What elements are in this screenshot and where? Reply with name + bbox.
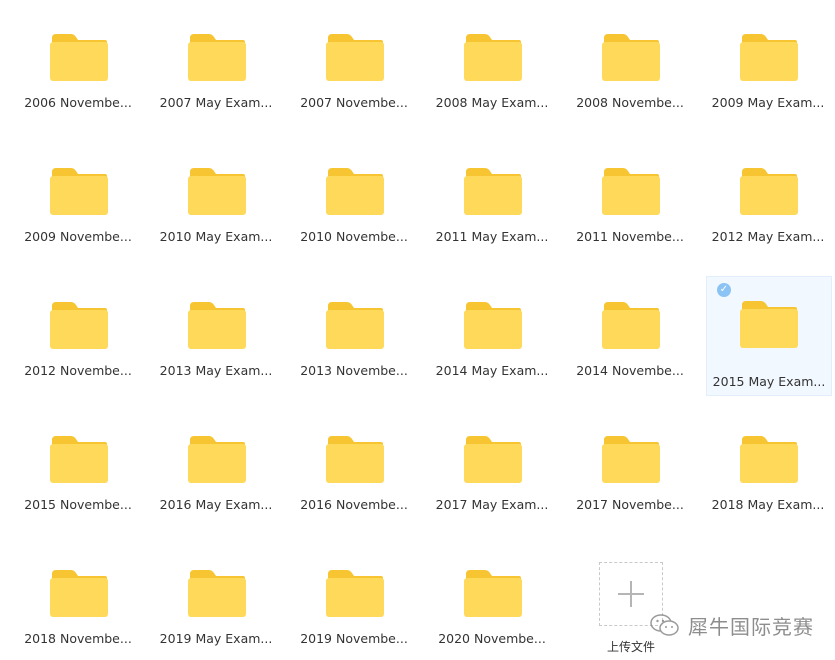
folder-icon	[50, 168, 108, 215]
folder-item[interactable]: 2009 Novembe...	[18, 158, 138, 278]
folder-icon	[188, 436, 246, 483]
folder-item[interactable]: 2007 Novembe...	[294, 24, 414, 144]
folder-item[interactable]: 2011 May Exam...	[432, 158, 552, 278]
folder-item[interactable]: 2015 Novembe...	[18, 426, 138, 546]
folder-icon	[326, 436, 384, 483]
folder-item[interactable]: 2013 Novembe...	[294, 292, 414, 412]
folder-item[interactable]: 2019 May Exam...	[156, 560, 276, 660]
folder-item[interactable]: 2014 Novembe...	[570, 292, 690, 412]
upload-label: 上传文件	[606, 640, 655, 654]
folder-icon	[188, 302, 246, 349]
folder-item[interactable]: 2018 Novembe...	[18, 560, 138, 660]
folder-name: 2016 Novembe...	[300, 497, 408, 512]
folder-icon	[464, 302, 522, 349]
folder-item[interactable]: 2016 May Exam...	[156, 426, 276, 546]
folder-item[interactable]: 2012 Novembe...	[18, 292, 138, 412]
folder-item[interactable]: 2006 Novembe...	[18, 24, 138, 144]
folder-item[interactable]: 2012 May Exam...	[708, 158, 828, 278]
folder-grid: 2006 Novembe... 2007 May Exam... 2007 Nove…	[0, 0, 835, 660]
folder-icon	[602, 302, 660, 349]
folder-icon	[464, 168, 522, 215]
folder-name: 2011 May Exam...	[435, 229, 549, 244]
folder-icon	[326, 570, 384, 617]
folder-name: 2015 May Exam...	[712, 374, 826, 389]
folder-name: 2015 Novembe...	[24, 497, 132, 512]
folder-item[interactable]: 2016 Novembe...	[294, 426, 414, 546]
folder-name: 2008 May Exam...	[435, 95, 549, 110]
folder-icon	[188, 168, 246, 215]
folder-item[interactable]: 2010 Novembe...	[294, 158, 414, 278]
folder-name: 2009 Novembe...	[24, 229, 132, 244]
folder-item[interactable]: 2014 May Exam...	[432, 292, 552, 412]
folder-item[interactable]: 2015 May Exam... ✓	[706, 276, 832, 396]
folder-name: 2017 May Exam...	[435, 497, 549, 512]
folder-icon	[188, 570, 246, 617]
folder-item[interactable]: 2010 May Exam...	[156, 158, 276, 278]
folder-icon	[740, 301, 798, 348]
folder-icon	[464, 570, 522, 617]
folder-name: 2016 May Exam...	[159, 497, 273, 512]
folder-icon	[326, 302, 384, 349]
watermark-text: 犀牛国际竞赛	[688, 614, 814, 639]
folder-icon	[464, 34, 522, 81]
folder-name: 2013 Novembe...	[300, 363, 408, 378]
folder-icon	[50, 436, 108, 483]
folder-icon	[740, 34, 798, 81]
folder-name: 2014 Novembe...	[576, 363, 684, 378]
folder-icon	[50, 302, 108, 349]
watermark: 犀牛国际竞赛	[650, 610, 814, 640]
folder-icon	[326, 168, 384, 215]
folder-name: 2019 May Exam...	[159, 631, 273, 646]
folder-icon	[602, 34, 660, 81]
folder-name: 2012 Novembe...	[24, 363, 132, 378]
folder-item[interactable]: 2009 May Exam...	[708, 24, 828, 144]
folder-name: 2017 Novembe...	[576, 497, 684, 512]
folder-icon	[50, 570, 108, 617]
checkmark-icon[interactable]: ✓	[717, 283, 731, 297]
folder-name: 2007 May Exam...	[159, 95, 273, 110]
folder-icon	[464, 436, 522, 483]
folder-name: 2019 Novembe...	[300, 631, 408, 646]
folder-name: 2008 Novembe...	[576, 95, 684, 110]
folder-item[interactable]: 2019 Novembe...	[294, 560, 414, 660]
folder-icon	[602, 436, 660, 483]
folder-name: 2013 May Exam...	[159, 363, 273, 378]
folder-icon	[326, 34, 384, 81]
folder-item[interactable]: 2017 May Exam...	[432, 426, 552, 546]
folder-icon	[50, 34, 108, 81]
folder-name: 2010 May Exam...	[159, 229, 273, 244]
wechat-icon	[650, 614, 679, 636]
folder-item[interactable]: 2018 May Exam...	[708, 426, 828, 546]
folder-icon	[188, 34, 246, 81]
folder-item[interactable]: 2017 Novembe...	[570, 426, 690, 546]
folder-item[interactable]: 2020 Novembe...	[432, 560, 552, 660]
folder-item[interactable]: 2008 May Exam...	[432, 24, 552, 144]
folder-icon	[740, 168, 798, 215]
folder-icon	[740, 436, 798, 483]
folder-name: 2014 May Exam...	[435, 363, 549, 378]
folder-item[interactable]: 2007 May Exam...	[156, 24, 276, 144]
folder-name: 2011 Novembe...	[576, 229, 684, 244]
folder-name: 2007 Novembe...	[300, 95, 408, 110]
folder-name: 2018 Novembe...	[24, 631, 132, 646]
folder-item[interactable]: 2008 Novembe...	[570, 24, 690, 144]
folder-item[interactable]: 2011 Novembe...	[570, 158, 690, 278]
folder-icon	[602, 168, 660, 215]
folder-name: 2020 Novembe...	[438, 631, 546, 646]
folder-name: 2010 Novembe...	[300, 229, 408, 244]
folder-name: 2018 May Exam...	[711, 497, 825, 512]
folder-item[interactable]: 2013 May Exam...	[156, 292, 276, 412]
folder-name: 2009 May Exam...	[711, 95, 825, 110]
folder-name: 2012 May Exam...	[711, 229, 825, 244]
folder-name: 2006 Novembe...	[24, 95, 132, 110]
